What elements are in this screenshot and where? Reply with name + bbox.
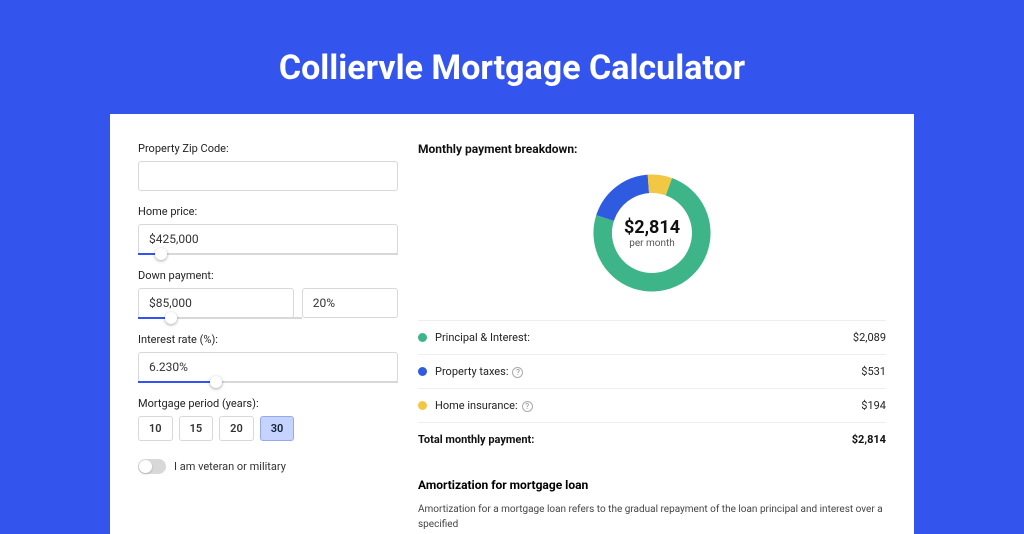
legend-value: $2,089	[853, 331, 886, 344]
down-payment-slider[interactable]	[138, 317, 302, 319]
legend-dot-icon	[418, 333, 427, 342]
period-btn-15[interactable]: 15	[179, 416, 214, 441]
down-payment-label: Down payment:	[138, 269, 398, 282]
down-payment-field: Down payment:	[138, 269, 398, 319]
veteran-toggle[interactable]	[138, 459, 166, 474]
amort-text: Amortization for a mortgage loan refers …	[418, 502, 886, 532]
home-price-input[interactable]	[138, 224, 398, 254]
interest-input[interactable]	[138, 352, 398, 382]
veteran-label: I am veteran or military	[174, 460, 286, 473]
home-price-field: Home price:	[138, 205, 398, 255]
amort-title: Amortization for mortgage loan	[418, 478, 886, 492]
legend-label: Principal & Interest:	[435, 331, 853, 344]
interest-field: Interest rate (%):	[138, 333, 398, 383]
zip-label: Property Zip Code:	[138, 142, 398, 155]
calculator-card: Property Zip Code: Home price: Down paym…	[110, 114, 914, 534]
legend-row: Property taxes:?$531	[418, 355, 886, 389]
home-price-slider[interactable]	[138, 253, 398, 255]
legend-label: Home insurance:?	[435, 399, 861, 412]
legend-label: Property taxes:?	[435, 365, 861, 378]
breakdown-panel: Monthly payment breakdown: $2,814 per mo…	[398, 142, 914, 534]
period-label: Mortgage period (years):	[138, 397, 398, 410]
zip-field: Property Zip Code:	[138, 142, 398, 191]
legend-dot-icon	[418, 367, 427, 376]
total-label: Total monthly payment:	[418, 433, 852, 446]
input-panel: Property Zip Code: Home price: Down paym…	[138, 142, 398, 534]
down-payment-pct-input[interactable]	[302, 288, 398, 318]
legend-row: Home insurance:?$194	[418, 389, 886, 423]
period-btn-20[interactable]: 20	[219, 416, 254, 441]
period-btn-10[interactable]: 10	[138, 416, 173, 441]
zip-input[interactable]	[138, 161, 398, 191]
info-icon[interactable]: ?	[522, 401, 533, 412]
legend-value: $531	[861, 365, 886, 378]
legend-row: Principal & Interest:$2,089	[418, 320, 886, 355]
total-row: Total monthly payment: $2,814	[418, 423, 886, 456]
period-btn-30[interactable]: 30	[260, 416, 295, 441]
period-field: Mortgage period (years): 10152030	[138, 397, 398, 441]
down-payment-input[interactable]	[138, 288, 294, 318]
legend: Principal & Interest:$2,089Property taxe…	[418, 320, 886, 423]
legend-dot-icon	[418, 401, 427, 410]
interest-label: Interest rate (%):	[138, 333, 398, 346]
legend-value: $194	[861, 399, 886, 412]
breakdown-title: Monthly payment breakdown:	[418, 142, 886, 156]
donut-sub: per month	[629, 238, 675, 249]
home-price-label: Home price:	[138, 205, 398, 218]
total-value: $2,814	[852, 433, 886, 446]
period-group: 10152030	[138, 416, 398, 441]
donut-amount: $2,814	[624, 217, 680, 238]
donut-chart: $2,814 per month	[418, 168, 886, 298]
veteran-row: I am veteran or military	[138, 459, 398, 474]
info-icon[interactable]: ?	[512, 367, 523, 378]
page-title: Colliervle Mortgage Calculator	[0, 0, 1024, 114]
interest-slider[interactable]	[138, 381, 398, 383]
